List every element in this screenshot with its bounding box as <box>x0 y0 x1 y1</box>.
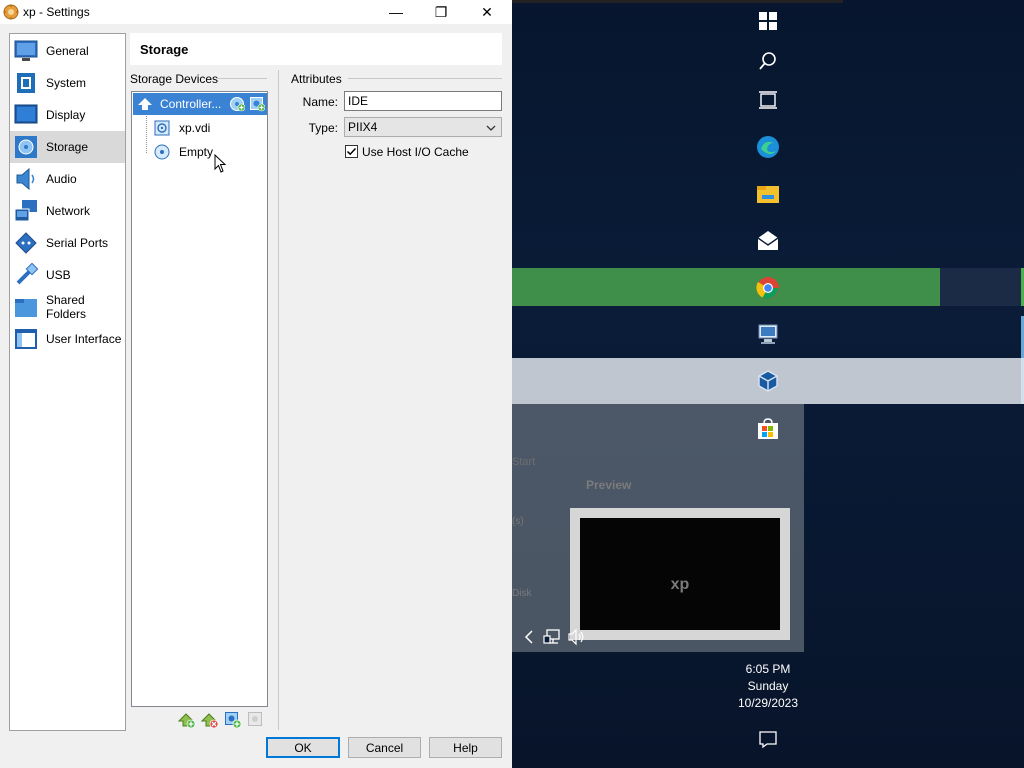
add-attachment-icon[interactable] <box>224 711 242 729</box>
remove-attachment-icon[interactable] <box>247 711 265 729</box>
edge-icon[interactable] <box>756 135 779 158</box>
type-label: Type: <box>308 121 338 135</box>
system-icon <box>14 71 38 95</box>
controller-icon <box>137 96 153 112</box>
settings-nav: General System Display Storage Audio Net… <box>9 33 126 731</box>
attachment-label: xp.vdi <box>179 121 211 135</box>
mouse-cursor-icon <box>214 153 228 174</box>
name-label: Name: <box>302 95 338 109</box>
task-view-icon[interactable] <box>757 89 779 111</box>
attachment-label: Empty <box>179 145 214 159</box>
clock-day[interactable]: Sunday <box>714 678 822 695</box>
search-icon[interactable] <box>757 50 779 72</box>
nav-item-usb[interactable]: USB <box>10 259 125 291</box>
minimize-icon: — <box>389 4 403 20</box>
title-bar[interactable]: xp - Settings — ❐ ✕ <box>0 0 512 24</box>
mail-icon[interactable] <box>756 229 779 251</box>
general-icon <box>14 39 38 63</box>
nav-item-display[interactable]: Display <box>10 99 125 131</box>
nav-item-network[interactable]: Network <box>10 195 125 227</box>
file-explorer-icon[interactable] <box>756 182 779 204</box>
preview-vm-label: xp <box>670 576 690 593</box>
panel-divider <box>278 70 279 730</box>
type-select[interactable]: PIIX4 <box>344 117 502 137</box>
preview-screen <box>580 518 780 630</box>
background-window-strip <box>512 268 940 306</box>
background-text: (s) <box>512 516 524 527</box>
network-icon <box>14 199 38 223</box>
tree-attachment-optical[interactable]: Empty <box>154 141 213 163</box>
maximize-button[interactable]: ❐ <box>418 0 464 24</box>
storage-tree[interactable]: Controller... xp.vdi Empty <box>131 91 268 707</box>
tree-attachment-hard-disk[interactable]: xp.vdi <box>154 117 210 139</box>
network-status-icon[interactable] <box>542 627 562 647</box>
nav-item-system[interactable]: System <box>10 67 125 99</box>
divider <box>348 78 502 79</box>
host-io-cache-checkbox[interactable] <box>345 145 358 158</box>
add-controller-icon[interactable] <box>177 711 196 729</box>
settings-window: xp - Settings — ❐ ✕ General System Displ… <box>0 0 512 768</box>
close-button[interactable]: ✕ <box>464 0 510 24</box>
remote-desktop-icon[interactable] <box>756 322 778 344</box>
name-value: IDE <box>348 94 369 108</box>
windows-start-icon[interactable] <box>757 10 779 32</box>
checkmark-icon <box>346 147 357 156</box>
optical-disk-icon <box>154 144 170 160</box>
type-value: PIIX4 <box>348 120 378 134</box>
clock-date[interactable]: 10/29/2023 <box>714 695 822 712</box>
host-io-cache-label[interactable]: Use Host I/O Cache <box>362 145 469 159</box>
cancel-button[interactable]: Cancel <box>348 737 421 758</box>
store-icon[interactable] <box>756 417 778 439</box>
volume-icon[interactable] <box>566 627 586 647</box>
preview-title: Preview <box>586 478 632 492</box>
nav-item-audio[interactable]: Audio <box>10 163 125 195</box>
storage-icon <box>14 135 38 159</box>
nav-item-serial-ports[interactable]: Serial Ports <box>10 227 125 259</box>
divider <box>216 78 267 79</box>
usb-icon <box>14 262 39 287</box>
window-title: xp - Settings <box>23 5 90 19</box>
notifications-icon[interactable] <box>757 728 779 750</box>
user-interface-icon <box>14 327 38 351</box>
clock-time[interactable]: 6:05 PM <box>714 661 822 678</box>
minimize-button[interactable]: — <box>373 0 419 24</box>
maximize-icon: ❐ <box>434 3 448 20</box>
name-field[interactable]: IDE <box>344 91 502 111</box>
shared-folders-icon <box>14 295 38 319</box>
chrome-icon[interactable] <box>756 276 779 299</box>
hard-disk-icon <box>154 120 170 136</box>
add-optical-drive-icon[interactable] <box>229 96 246 112</box>
chevron-left-icon[interactable] <box>521 627 537 647</box>
ok-button[interactable]: OK <box>266 737 340 758</box>
background-window-strip <box>940 268 1024 306</box>
serial-ports-icon <box>14 231 38 255</box>
help-button[interactable]: Help <box>429 737 502 758</box>
nav-item-shared-folders[interactable]: Shared Folders <box>10 291 125 323</box>
tree-controller-ide[interactable]: Controller... <box>133 93 267 115</box>
start-vm-label: Start <box>512 456 536 468</box>
controller-label: Controller... <box>160 97 222 111</box>
add-hard-disk-icon[interactable] <box>249 96 266 112</box>
tree-connector <box>146 116 148 153</box>
nav-item-user-interface[interactable]: User Interface <box>10 323 125 355</box>
virtualbox-app-icon <box>3 4 19 20</box>
remove-controller-icon[interactable] <box>200 711 219 729</box>
nav-item-general[interactable]: General <box>10 35 125 67</box>
display-icon <box>14 103 38 127</box>
virtualbox-icon[interactable] <box>756 369 778 392</box>
storage-devices-label: Storage Devices <box>130 72 219 86</box>
attributes-label: Attributes <box>291 72 342 86</box>
page-title: Storage <box>140 42 189 57</box>
audio-icon <box>14 167 38 191</box>
close-icon: ✕ <box>481 3 493 20</box>
nav-item-storage[interactable]: Storage <box>10 131 125 163</box>
chevron-down-icon <box>485 122 497 132</box>
page-header: Storage <box>130 33 502 65</box>
